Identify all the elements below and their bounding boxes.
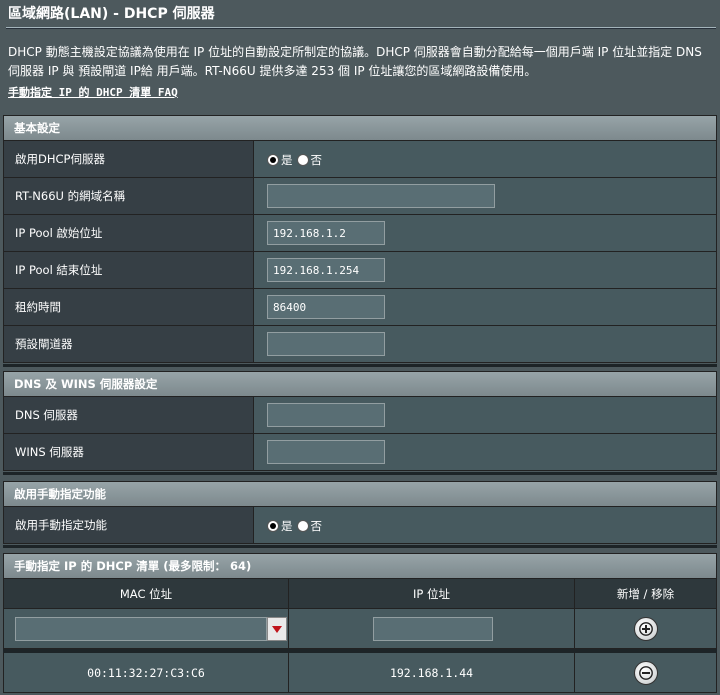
manual-assign-no-label: 否 <box>310 519 323 533</box>
title-divider <box>6 27 716 29</box>
pool-end-row: IP Pool 結束位址 <box>3 252 717 289</box>
gateway-row: 預設閘道器 <box>3 326 717 363</box>
domain-name-label: RT-N66U 的網域名稱 <box>4 178 254 214</box>
add-cell <box>575 609 716 648</box>
wins-field <box>254 434 716 470</box>
wins-label: WINS 伺服器 <box>4 434 254 470</box>
enable-dhcp-radio-group: 是 否 <box>267 152 326 168</box>
basic-settings-header: 基本設定 <box>3 115 717 141</box>
column-mac: MAC 位址 <box>4 579 289 608</box>
new-ip-input[interactable] <box>373 617 493 641</box>
section-separator <box>3 364 717 367</box>
pool-start-field <box>254 215 716 251</box>
section-separator <box>3 472 717 475</box>
dns-input[interactable] <box>267 403 385 427</box>
pool-start-label: IP Pool 啟始位址 <box>4 215 254 251</box>
pool-start-input[interactable] <box>267 221 385 245</box>
manual-assign-yes-radio[interactable] <box>267 520 279 532</box>
section-separator <box>3 545 717 548</box>
dns-label: DNS 伺服器 <box>4 397 254 433</box>
new-mac-cell <box>4 609 289 648</box>
dhcp-list-new-entry-row <box>3 609 717 649</box>
lease-time-field <box>254 289 716 325</box>
add-entry-button[interactable] <box>633 616 658 641</box>
wins-input[interactable] <box>267 440 385 464</box>
remove-entry-button[interactable] <box>633 660 658 685</box>
dhcp-list-column-header: MAC 位址 IP 位址 新增 / 移除 <box>3 579 717 609</box>
faq-link[interactable]: 手動指定 IP 的 DHCP 清單 FAQ <box>8 84 178 100</box>
enable-dhcp-yes-label: 是 <box>281 153 293 167</box>
gateway-input[interactable] <box>267 332 385 356</box>
remove-cell <box>575 653 716 692</box>
entry-mac: 00:11:32:27:C3:C6 <box>4 653 289 692</box>
chevron-down-icon <box>272 625 282 633</box>
wins-row: WINS 伺服器 <box>3 434 717 471</box>
manual-assign-row: 啟用手動指定功能 是 否 <box>3 507 717 544</box>
lease-time-input[interactable] <box>267 295 385 319</box>
new-mac-input[interactable] <box>15 617 267 641</box>
manual-assign-yes-label: 是 <box>281 519 293 533</box>
manual-assign-no-radio[interactable] <box>296 520 309 532</box>
manual-assign-field: 是 否 <box>254 507 716 543</box>
pool-end-input[interactable] <box>267 258 385 282</box>
enable-dhcp-label: 啟用DHCP伺服器 <box>4 141 254 177</box>
dns-wins-header: DNS 及 WINS 伺服器設定 <box>3 371 717 397</box>
enable-dhcp-field: 是 否 <box>254 141 716 177</box>
page-description: DHCP 動態主機設定協議為使用在 IP 位址的自動設定所制定的協議。DHCP … <box>8 45 702 78</box>
page-title: 區域網路(LAN) - DHCP 伺服器 <box>8 6 215 22</box>
domain-name-input[interactable] <box>267 184 495 208</box>
lease-time-row: 租約時間 <box>3 289 717 326</box>
entry-ip: 192.168.1.44 <box>289 653 575 692</box>
minus-icon <box>638 665 653 680</box>
pool-end-label: IP Pool 結束位址 <box>4 252 254 288</box>
dns-row: DNS 伺服器 <box>3 397 717 434</box>
enable-dhcp-yes-radio[interactable] <box>267 154 279 166</box>
table-row: 00:11:32:27:C3:C6 192.168.1.44 <box>3 653 717 693</box>
lease-time-label: 租約時間 <box>4 289 254 325</box>
enable-dhcp-no-radio[interactable] <box>296 154 309 166</box>
manual-assign-label: 啟用手動指定功能 <box>4 507 254 543</box>
mac-dropdown-button[interactable] <box>267 617 287 641</box>
dhcp-list-header: 手動指定 IP 的 DHCP 清單 (最多限制： 64) <box>3 553 717 579</box>
pool-start-row: IP Pool 啟始位址 <box>3 215 717 252</box>
gateway-label: 預設閘道器 <box>4 326 254 362</box>
new-ip-cell <box>289 609 575 648</box>
domain-name-field <box>254 178 716 214</box>
column-ip: IP 位址 <box>289 579 575 608</box>
pool-end-field <box>254 252 716 288</box>
dns-field <box>254 397 716 433</box>
manual-assign-header: 啟用手動指定功能 <box>3 481 717 507</box>
column-add-remove: 新增 / 移除 <box>616 586 675 601</box>
gateway-field <box>254 326 716 362</box>
domain-name-row: RT-N66U 的網域名稱 <box>3 178 717 215</box>
manual-assign-radio-group: 是 否 <box>267 518 326 534</box>
plus-icon <box>638 621 653 636</box>
enable-dhcp-no-label: 否 <box>310 153 323 167</box>
enable-dhcp-row: 啟用DHCP伺服器 是 否 <box>3 141 717 178</box>
